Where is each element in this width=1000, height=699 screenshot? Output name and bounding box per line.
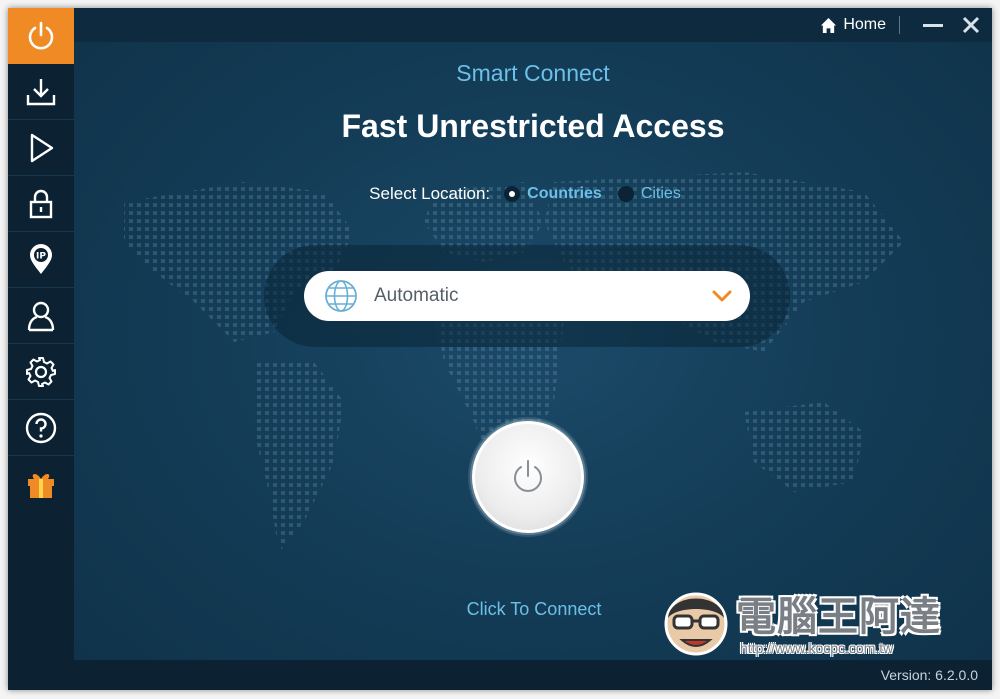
sidebar: IP — [8, 8, 74, 690]
close-icon — [962, 16, 980, 34]
mascot-logo — [664, 592, 728, 656]
lock-icon — [29, 189, 53, 218]
home-label: Home — [843, 16, 886, 33]
gift-icon — [28, 474, 54, 498]
close-button[interactable] — [960, 14, 982, 36]
power-icon — [28, 21, 54, 49]
sidebar-item-settings[interactable] — [8, 344, 74, 400]
sidebar-item-connect[interactable] — [8, 8, 74, 64]
connect-button[interactable] — [472, 421, 584, 533]
radio-cities[interactable]: Cities — [617, 185, 681, 203]
location-label: Select Location: — [369, 184, 491, 203]
sidebar-item-streaming[interactable] — [8, 120, 74, 176]
sidebar-item-gift[interactable] — [8, 456, 74, 512]
version-label: Version: 6.2.0.0 — [880, 667, 978, 683]
radio-dot-countries — [504, 186, 521, 202]
ip-pin-icon: IP — [30, 243, 52, 274]
radio-label-countries: Countries — [527, 185, 602, 202]
minimize-icon — [923, 24, 943, 27]
watermark-url: http://www.kocpc.com.tw — [740, 640, 894, 656]
power-icon — [514, 460, 542, 492]
globe-icon — [325, 280, 357, 312]
sidebar-item-download[interactable] — [8, 64, 74, 120]
radio-dot-cities — [617, 186, 634, 202]
location-dropdown[interactable]: Automatic — [304, 271, 750, 321]
minimize-button[interactable] — [922, 15, 944, 35]
sidebar-item-account[interactable] — [8, 288, 74, 344]
radio-countries[interactable]: Countries — [504, 185, 602, 203]
sidebar-item-security[interactable] — [8, 176, 74, 232]
play-icon — [30, 133, 54, 162]
download-icon — [26, 78, 56, 105]
page-title: Fast Unrestricted Access — [341, 108, 725, 144]
location-selector: Select Location: Countries Cities — [74, 184, 992, 204]
sidebar-item-ip[interactable]: IP — [8, 232, 74, 288]
watermark: 電腦王阿達 http://www.kocpc.com.tw — [660, 576, 960, 664]
sidebar-item-help[interactable] — [8, 400, 74, 456]
chevron-down-icon — [712, 290, 732, 302]
gear-icon — [26, 356, 56, 387]
home-button[interactable]: Home — [820, 14, 886, 36]
watermark-text: 電腦王阿達 — [736, 595, 941, 639]
radio-label-cities: Cities — [640, 185, 681, 202]
status-bar: Version: 6.2.0.0 — [74, 660, 992, 690]
user-icon — [27, 301, 55, 331]
titlebar-divider — [899, 16, 900, 34]
home-icon — [821, 17, 837, 33]
mode-subtitle: Smart Connect — [456, 60, 610, 86]
svg-text:IP: IP — [36, 251, 46, 261]
help-icon — [25, 412, 57, 443]
title-bar: Home — [74, 8, 992, 42]
location-dropdown-value: Automatic — [374, 285, 459, 306]
